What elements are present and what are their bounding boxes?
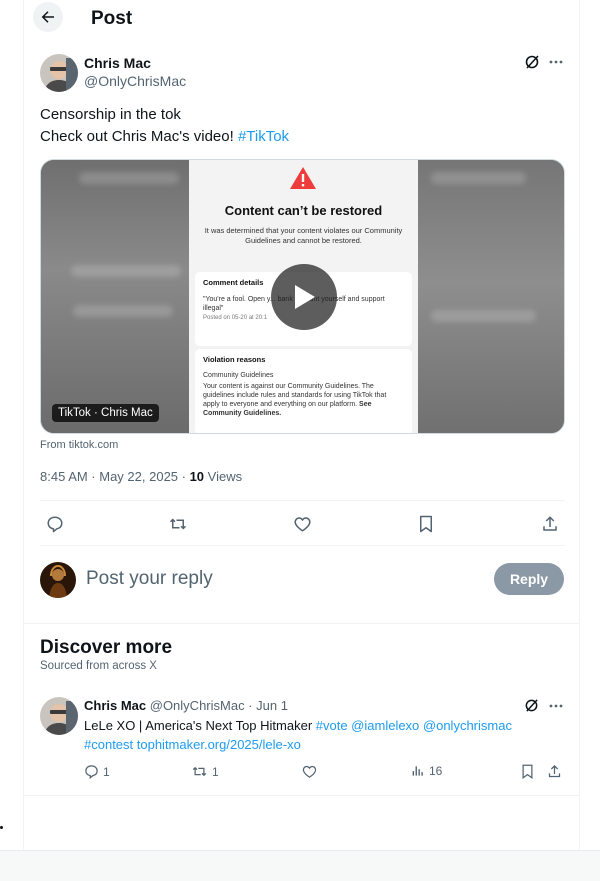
author-avatar[interactable] [40,54,78,92]
rec-author-avatar[interactable] [40,697,78,735]
play-icon [295,285,315,309]
rec-action-bar: 1 1 16 [24,764,579,784]
rec-reposts-count: 1 [212,764,219,779]
blur-bar [79,172,179,184]
repost-button[interactable] [166,512,190,536]
bookmark-icon [522,764,533,779]
stray-dot [0,826,3,829]
author-name[interactable]: Chris Mac [84,55,151,71]
share-button[interactable] [538,512,562,536]
main-column: Post Chris Mac @OnlyChrisMac Censorship … [23,0,580,881]
like-icon [293,517,311,532]
rec-text-line1: LeLe XO | America's Next Top Hitmaker #v… [84,716,512,735]
back-arrow-icon [41,11,54,23]
page-header: Post [24,0,579,36]
warning-icon [290,167,316,189]
rec-meta[interactable]: @OnlyChrisMac · Jun 1 [146,698,288,713]
reply-submit-button[interactable]: Reply [494,563,564,595]
repost-icon [169,518,187,530]
rec-views-count: 16 [429,764,443,778]
rec-bookmark-button[interactable] [521,764,534,779]
discover-title: Discover more [40,637,173,658]
rec-views-button[interactable]: 16 [411,764,442,778]
violation-card: Violation reasons Community Guidelines Y… [195,349,412,433]
video-description: It was determined that your content viol… [204,226,403,245]
like-button[interactable] [290,512,314,536]
back-button[interactable] [33,2,63,32]
section-divider [24,623,579,624]
divider [40,545,565,546]
blur-bar [71,265,181,277]
views-label: Views [204,469,243,484]
media-source-badge: TikTok · Chris Mac [52,404,159,422]
reply-icon [85,765,98,779]
discover-subtitle: Sourced from across X [40,660,157,672]
rec-like-button[interactable] [302,764,317,779]
hashtag-link[interactable]: #TikTok [238,128,289,145]
blurred-left-panel [41,160,189,433]
rec-reply-button[interactable]: 1 [84,764,110,779]
divider [24,795,579,796]
more-icon[interactable] [549,60,563,64]
rec-text-plain: LeLe XO | America's Next Top Hitmaker [84,718,316,733]
more-icon[interactable] [549,704,563,708]
user-avatar[interactable] [40,562,76,598]
views-icon [412,766,423,776]
post-text-line2: Check out Chris Mac's video! #TikTok [40,127,289,147]
author-handle[interactable]: @OnlyChrisMac [84,73,186,89]
post-text-line1: Censorship in the tok [40,106,181,123]
rec-author-name[interactable]: Chris Mac [84,698,146,713]
post-text-plain: Check out Chris Mac's video! [40,128,238,145]
share-icon [548,764,561,778]
share-icon [543,516,557,531]
rec-links2[interactable]: #contest tophitmaker.org/2025/lele-xo [84,735,301,754]
post-timestamp[interactable]: 8:45 AM · May 22, 2025 · 10 Views [40,469,242,484]
reply-button[interactable] [43,512,67,536]
reply-input[interactable] [86,566,466,592]
blurred-right-panel [417,160,564,433]
rec-header: Chris Mac @OnlyChrisMac · Jun 1 [84,696,288,715]
bottom-bar [0,850,600,881]
play-button[interactable] [271,264,337,330]
post-time: 8:45 AM · May 22, 2025 · [40,469,190,484]
bookmark-icon [420,515,432,533]
blur-bar [431,172,526,184]
violation-header: Violation reasons [203,355,266,364]
rec-share-button[interactable] [547,764,562,779]
blur-bar [73,305,173,317]
views-count: 10 [189,469,205,484]
action-bar [24,512,579,536]
reply-icon [47,516,63,533]
violation-sub: Community Guidelines [203,372,274,379]
source-link[interactable]: From tiktok.com [40,439,118,451]
grok-icon[interactable] [524,54,540,70]
page-title: Post [91,8,133,29]
video-title: Content can’t be restored [224,203,383,218]
bookmark-button[interactable] [414,512,438,536]
divider [40,500,565,501]
video-media[interactable]: Content can’t be restored It was determi… [40,159,565,434]
rec-links1[interactable]: #vote @iamlelexo @onlychrismac [316,718,512,733]
like-icon [302,765,317,778]
grok-icon[interactable] [524,698,539,713]
repost-icon [192,766,207,777]
rec-replies-count: 1 [103,764,110,779]
rec-repost-button[interactable]: 1 [191,764,219,779]
blur-bar [431,310,536,322]
